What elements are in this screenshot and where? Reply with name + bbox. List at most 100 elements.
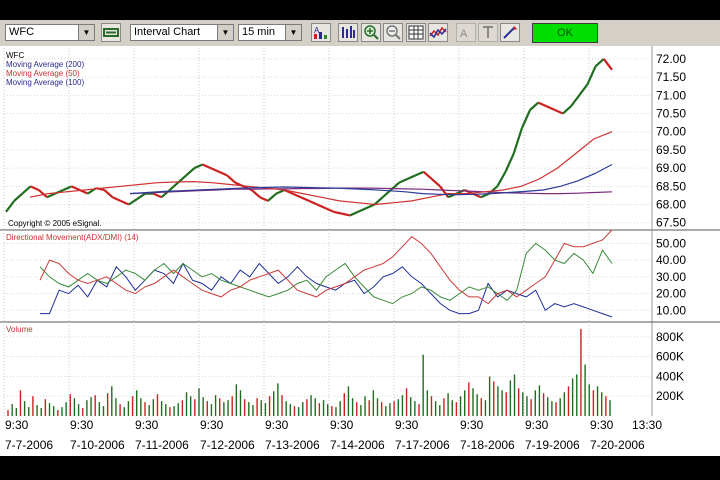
price-segment [250, 189, 261, 199]
series-line-moving-average-100- [129, 163, 613, 196]
x-date-label-9: 7-20-2006 [590, 438, 645, 452]
price-segment [169, 181, 179, 191]
zoom-in-icon[interactable] [361, 23, 381, 42]
price-segment [226, 174, 237, 184]
price-segment [349, 210, 359, 217]
line-study-icon[interactable] [428, 23, 448, 42]
y-tick-vol-0: 800K [656, 330, 684, 344]
chevron-down-icon[interactable]: ▼ [217, 25, 233, 40]
bar-chart-icon[interactable] [338, 23, 358, 42]
bar-style-icon[interactable]: A [311, 23, 331, 42]
price-segment [30, 185, 40, 191]
y-tick-price-2: 71.00 [656, 88, 686, 102]
price-segment [193, 163, 203, 170]
chevron-down-icon[interactable]: ▼ [285, 25, 301, 40]
chart-svg: 72.00 71.50 71.00 70.50 70.00 69.50 69.00 68.50… [0, 46, 720, 416]
x-time-label-7: 9:30 [460, 418, 484, 432]
x-date-label-3: 7-12-2006 [200, 438, 255, 452]
price-segment [267, 192, 277, 202]
legend-entry-1: Moving Average (200) [6, 60, 84, 69]
y-tick-dmi-3: 20.00 [656, 287, 686, 301]
cursor-icon[interactable] [478, 23, 498, 42]
price-segment [152, 192, 163, 199]
price-segment [62, 185, 72, 191]
price-segment [128, 198, 138, 206]
price-segment [520, 109, 532, 129]
price-segment [554, 108, 564, 115]
price-segment [324, 207, 335, 213]
dmi-title: Directional Movement(ADX/DMI) (14) [6, 233, 139, 242]
chart-area: 72.00 71.50 71.00 70.50 70.00 69.50 69.00 68.50… [0, 46, 720, 416]
volume-title: Volume [6, 325, 33, 334]
x-date-label-7: 7-18-2006 [460, 438, 515, 452]
price-segment [529, 101, 540, 111]
price-segment [13, 192, 24, 202]
price-segment [398, 178, 408, 184]
price-segment [431, 178, 441, 188]
price-segment [537, 101, 547, 108]
y-tick-dmi-1: 40.00 [656, 253, 686, 267]
price-segment [136, 192, 146, 200]
chart-type-value: Interval Chart [134, 26, 201, 38]
interval-value: 15 min [242, 26, 276, 38]
price-segment [112, 196, 122, 202]
price-segment [21, 185, 32, 195]
x-date-label-2: 7-11-2006 [135, 438, 189, 452]
grid-icon[interactable] [406, 23, 426, 42]
x-time-label-0: 9:30 [5, 418, 29, 432]
price-segment [365, 203, 375, 210]
copyright-label: Copyright © 2005 eSignal. [8, 219, 102, 228]
price-segment [259, 196, 269, 202]
price-segment [202, 163, 212, 170]
y-tick-vol-2: 400K [656, 369, 684, 383]
x-axis-svg: 9:30 9:30 9:30 9:30 9:30 9:30 9:30 9:30 9:30 9:30… [5, 418, 662, 452]
price-segment [275, 188, 285, 195]
price-segment [415, 170, 425, 177]
x-time-label-6: 9:30 [395, 418, 419, 432]
x-date-label-4: 7-13-2006 [265, 438, 320, 452]
y-tick-price-1: 71.50 [656, 70, 686, 84]
y-tick-price-9: 67.50 [656, 216, 686, 230]
zoom-out-icon[interactable] [383, 23, 403, 42]
ok-button[interactable]: OK [532, 23, 598, 43]
y-tick-price-7: 68.50 [656, 179, 686, 193]
chart-toolbar: WFC ▼ Interval Chart ▼ 15 min ▼ A A OK [0, 20, 720, 47]
x-date-label-5: 7-14-2006 [330, 438, 385, 452]
text-icon[interactable]: A [456, 23, 476, 42]
legend-entry-0: WFC [6, 51, 24, 60]
price-segment [406, 174, 416, 181]
price-segment [602, 58, 613, 71]
chart-type-select[interactable]: Interval Chart ▼ [130, 24, 234, 41]
price-segment [308, 199, 318, 206]
price-segment [546, 105, 556, 111]
y-tick-price-8: 68.00 [656, 198, 686, 212]
x-date-label-1: 7-10-2006 [70, 438, 125, 452]
price-segment [71, 185, 81, 191]
price-segment [333, 210, 342, 215]
price-segment [185, 167, 196, 177]
dmi-panel: 50.00 40.00 30.00 20.00 10.00 Directional Mov… [0, 229, 720, 323]
price-segment [562, 105, 572, 115]
x-time-label-4: 9:30 [265, 418, 289, 432]
y-tick-vol-1: 600K [656, 350, 684, 364]
x-axis: 9:30 9:30 9:30 9:30 9:30 9:30 9:30 9:30 9:30 9:30… [0, 416, 720, 456]
x-date-label-6: 7-17-2006 [395, 438, 450, 452]
price-segment [316, 203, 326, 210]
y-tick-price-6: 69.00 [656, 161, 686, 175]
draw-icon[interactable] [500, 23, 520, 42]
chevron-down-icon[interactable]: ▼ [78, 25, 94, 40]
dmi-line-1 [39, 242, 613, 305]
price-segment [496, 171, 507, 187]
symbol-input[interactable]: WFC ▼ [5, 24, 95, 41]
price-segment [218, 170, 228, 177]
y-tick-price-0: 72.00 [656, 52, 686, 66]
interval-select[interactable]: 15 min ▼ [238, 24, 302, 41]
link-icon[interactable] [101, 23, 121, 42]
x-time-label-1: 9:30 [70, 418, 94, 432]
price-segment [5, 200, 16, 213]
y-tick-dmi-4: 10.00 [656, 303, 686, 317]
x-time-label-3: 9:30 [200, 418, 224, 432]
x-date-label-8: 7-19-2006 [525, 438, 580, 452]
symbol-value: WFC [9, 26, 35, 38]
price-segment [103, 189, 114, 199]
